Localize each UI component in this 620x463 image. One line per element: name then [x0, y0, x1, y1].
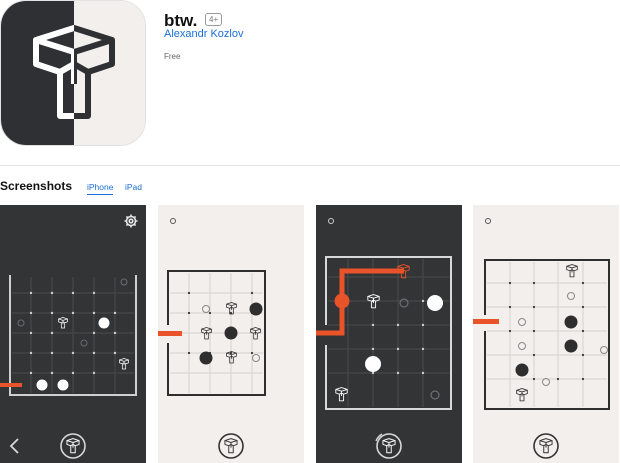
section-divider: [0, 165, 620, 166]
screenshot-2[interactable]: [158, 205, 304, 463]
screenshot-1[interactable]: [0, 205, 146, 463]
screenshot-4[interactable]: [473, 205, 619, 463]
tab-iphone[interactable]: iPhone: [87, 182, 114, 195]
developer-link[interactable]: Alexandr Kozlov: [164, 28, 244, 40]
screenshots-heading: Screenshots: [0, 179, 73, 193]
age-rating-badge: 4+: [205, 13, 223, 26]
app-icon: [0, 0, 146, 146]
price-label: Free: [164, 52, 181, 61]
tab-ipad[interactable]: iPad: [125, 182, 142, 192]
screenshot-3[interactable]: [316, 205, 462, 463]
